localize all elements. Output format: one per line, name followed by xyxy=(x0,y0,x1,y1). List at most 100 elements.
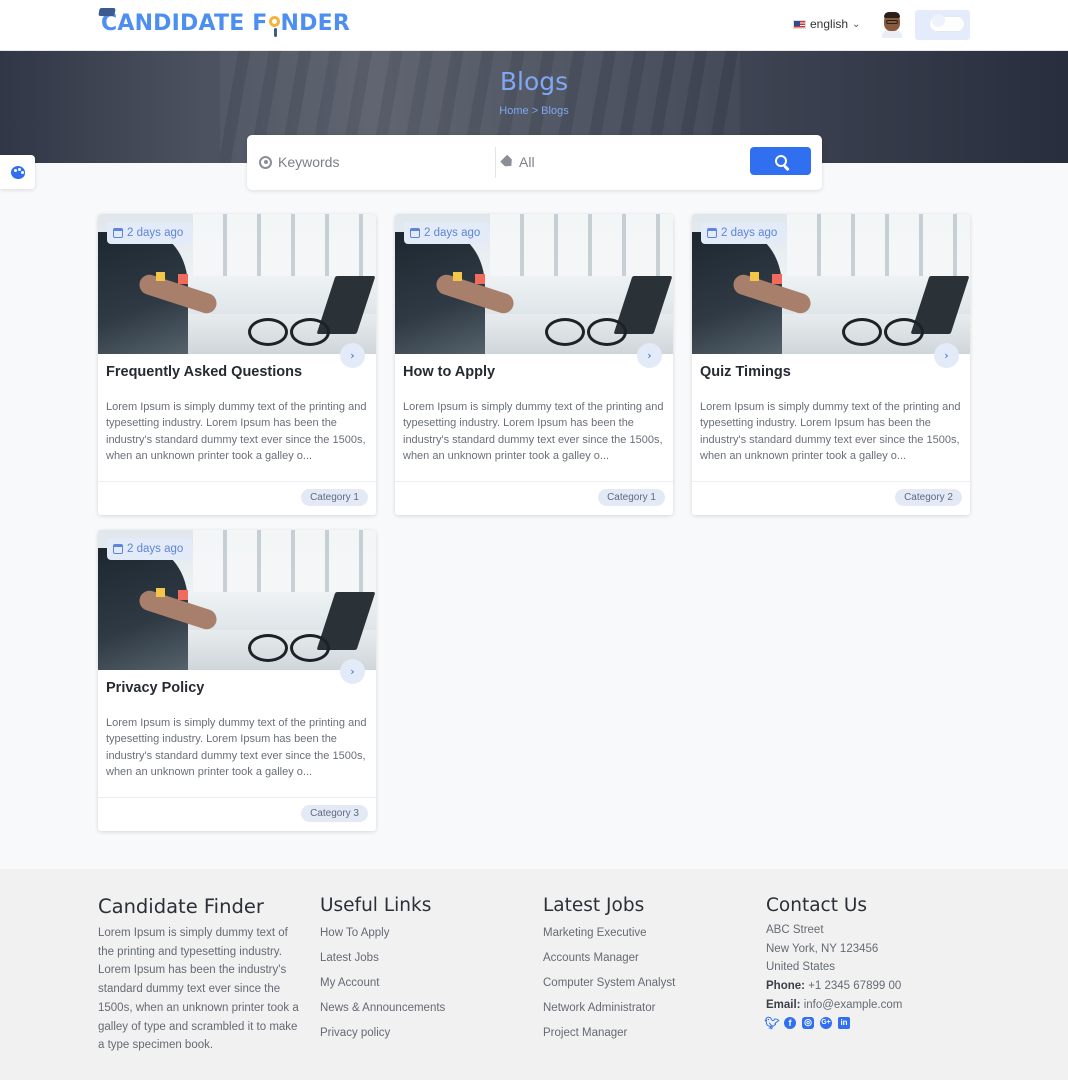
card-divider xyxy=(692,481,970,482)
target-icon xyxy=(259,155,272,169)
blog-excerpt: Lorem Ipsum is simply dummy text of the … xyxy=(700,401,961,462)
footer-brand-title: Candidate Finder xyxy=(98,895,264,918)
email-label: Email: xyxy=(766,998,801,1011)
search-button[interactable] xyxy=(750,147,811,175)
contact-phone-line: Phone: +1 2345 67899 00 xyxy=(766,977,902,996)
job-link[interactable]: Project Manager xyxy=(543,1024,675,1049)
dark-mode-toggle[interactable] xyxy=(915,10,970,40)
toggle-knob xyxy=(932,14,945,27)
read-more-button[interactable]: › xyxy=(340,343,365,368)
calendar-icon xyxy=(113,228,123,238)
contact-street: ABC Street xyxy=(766,924,824,936)
us-flag-icon xyxy=(793,19,806,29)
footer-link[interactable]: My Account xyxy=(320,974,445,999)
chevron-right-icon: › xyxy=(350,665,355,678)
phone-label: Phone: xyxy=(766,980,805,993)
category-select[interactable]: All xyxy=(502,149,732,175)
chevron-right-icon: › xyxy=(944,349,949,362)
blog-card-image: 2 days ago xyxy=(692,214,970,354)
card-divider xyxy=(98,481,376,482)
window-blinds xyxy=(193,214,376,276)
google-plus-icon[interactable]: G+ xyxy=(820,1016,832,1029)
chevron-right-icon: › xyxy=(647,349,652,362)
blog-title[interactable]: Quiz Timings xyxy=(700,364,791,380)
blog-excerpt: Lorem Ipsum is simply dummy text of the … xyxy=(106,717,367,778)
magnifier-icon xyxy=(268,16,280,37)
category-badge[interactable]: Category 3 xyxy=(301,805,368,822)
language-selector[interactable]: english ⌄ xyxy=(793,17,860,31)
date-text: 2 days ago xyxy=(127,227,184,239)
palette-icon xyxy=(10,165,25,179)
footer-link[interactable]: Privacy policy xyxy=(320,1024,445,1049)
blog-card-image: 2 days ago xyxy=(98,530,376,670)
social-links: 🐦︎ f ◎ G+ in xyxy=(764,1016,902,1030)
footer-link[interactable]: How To Apply xyxy=(320,924,445,949)
blog-card[interactable]: 2 days ago › Privacy Policy Lorem Ipsum … xyxy=(98,530,376,831)
job-link[interactable]: Marketing Executive xyxy=(543,924,675,949)
calendar-icon xyxy=(113,544,123,554)
graduation-cap-icon xyxy=(98,8,116,16)
date-text: 2 days ago xyxy=(127,543,184,555)
latest-jobs-heading: Latest Jobs xyxy=(543,895,645,916)
top-navbar: CANDIDATE F NDER english ⌄ xyxy=(0,0,1068,51)
category-badge[interactable]: Category 2 xyxy=(895,489,962,506)
blog-title[interactable]: Frequently Asked Questions xyxy=(106,364,302,380)
keywords-placeholder: Keywords xyxy=(278,154,340,170)
calendar-icon xyxy=(410,228,420,238)
eyeglasses xyxy=(248,318,330,346)
eyeglasses xyxy=(248,634,330,662)
category-badge[interactable]: Category 1 xyxy=(301,489,368,506)
sticky-note xyxy=(156,588,165,597)
language-label: english xyxy=(810,17,849,31)
instagram-icon[interactable]: ◎ xyxy=(802,1016,814,1029)
facebook-icon[interactable]: f xyxy=(784,1016,796,1029)
blog-card-image: 2 days ago xyxy=(395,214,673,354)
theme-customizer-button[interactable] xyxy=(0,155,35,189)
useful-links-heading: Useful Links xyxy=(320,895,432,916)
blog-card[interactable]: 2 days ago › Quiz Timings Lorem Ipsum is… xyxy=(692,214,970,515)
card-divider xyxy=(395,481,673,482)
contact-email[interactable]: info@example.com xyxy=(804,999,903,1011)
twitter-icon[interactable]: 🐦︎ xyxy=(764,1016,779,1030)
footer-about-text: Lorem Ipsum is simply dummy text of the … xyxy=(98,927,299,1052)
blog-title[interactable]: Privacy Policy xyxy=(106,680,204,696)
breadcrumb[interactable]: Home > Blogs xyxy=(0,105,1068,117)
search-icon xyxy=(774,155,787,167)
window-blinds xyxy=(193,530,376,592)
date-badge: 2 days ago xyxy=(404,222,490,244)
contact-heading: Contact Us xyxy=(766,895,868,916)
search-divider xyxy=(495,147,496,178)
contact-phone[interactable]: +1 2345 67899 00 xyxy=(808,980,901,992)
read-more-button[interactable]: › xyxy=(340,659,365,684)
blog-card[interactable]: 2 days ago › Frequently Asked Questions … xyxy=(98,214,376,515)
category-badge[interactable]: Category 1 xyxy=(598,489,665,506)
sticky-note xyxy=(156,272,165,281)
eyeglasses xyxy=(842,318,924,346)
footer-link[interactable]: News & Announcements xyxy=(320,999,445,1024)
user-avatar[interactable] xyxy=(880,11,904,38)
read-more-button[interactable]: › xyxy=(637,343,662,368)
site-logo[interactable]: CANDIDATE F NDER xyxy=(98,8,350,37)
footer-latest-jobs: Latest Jobs Marketing Executive Accounts… xyxy=(543,895,675,1049)
date-text: 2 days ago xyxy=(424,227,481,239)
footer-link[interactable]: Latest Jobs xyxy=(320,949,445,974)
blog-excerpt: Lorem Ipsum is simply dummy text of the … xyxy=(106,401,367,462)
job-link[interactable]: Computer System Analyst xyxy=(543,974,675,999)
page-title: Blogs xyxy=(499,67,569,96)
avatar-hair xyxy=(884,12,900,18)
blog-card[interactable]: 2 days ago › How to Apply Lorem Ipsum is… xyxy=(395,214,673,515)
keywords-input[interactable]: Keywords xyxy=(259,149,491,175)
search-bar: Keywords All xyxy=(247,135,822,190)
contact-city: New York, NY 123456 xyxy=(766,942,879,955)
blog-excerpt: Lorem Ipsum is simply dummy text of the … xyxy=(403,401,664,462)
site-footer: Candidate Finder Lorem Ipsum is simply d… xyxy=(0,869,1068,1080)
calendar-icon xyxy=(707,228,717,238)
job-link[interactable]: Network Administrator xyxy=(543,999,675,1024)
date-badge: 2 days ago xyxy=(107,222,193,244)
job-link[interactable]: Accounts Manager xyxy=(543,949,675,974)
read-more-button[interactable]: › xyxy=(934,343,959,368)
footer-about: Candidate Finder Lorem Ipsum is simply d… xyxy=(98,895,304,1055)
linkedin-icon[interactable]: in xyxy=(838,1016,850,1029)
blog-title[interactable]: How to Apply xyxy=(403,364,495,380)
sticky-note xyxy=(475,274,485,284)
